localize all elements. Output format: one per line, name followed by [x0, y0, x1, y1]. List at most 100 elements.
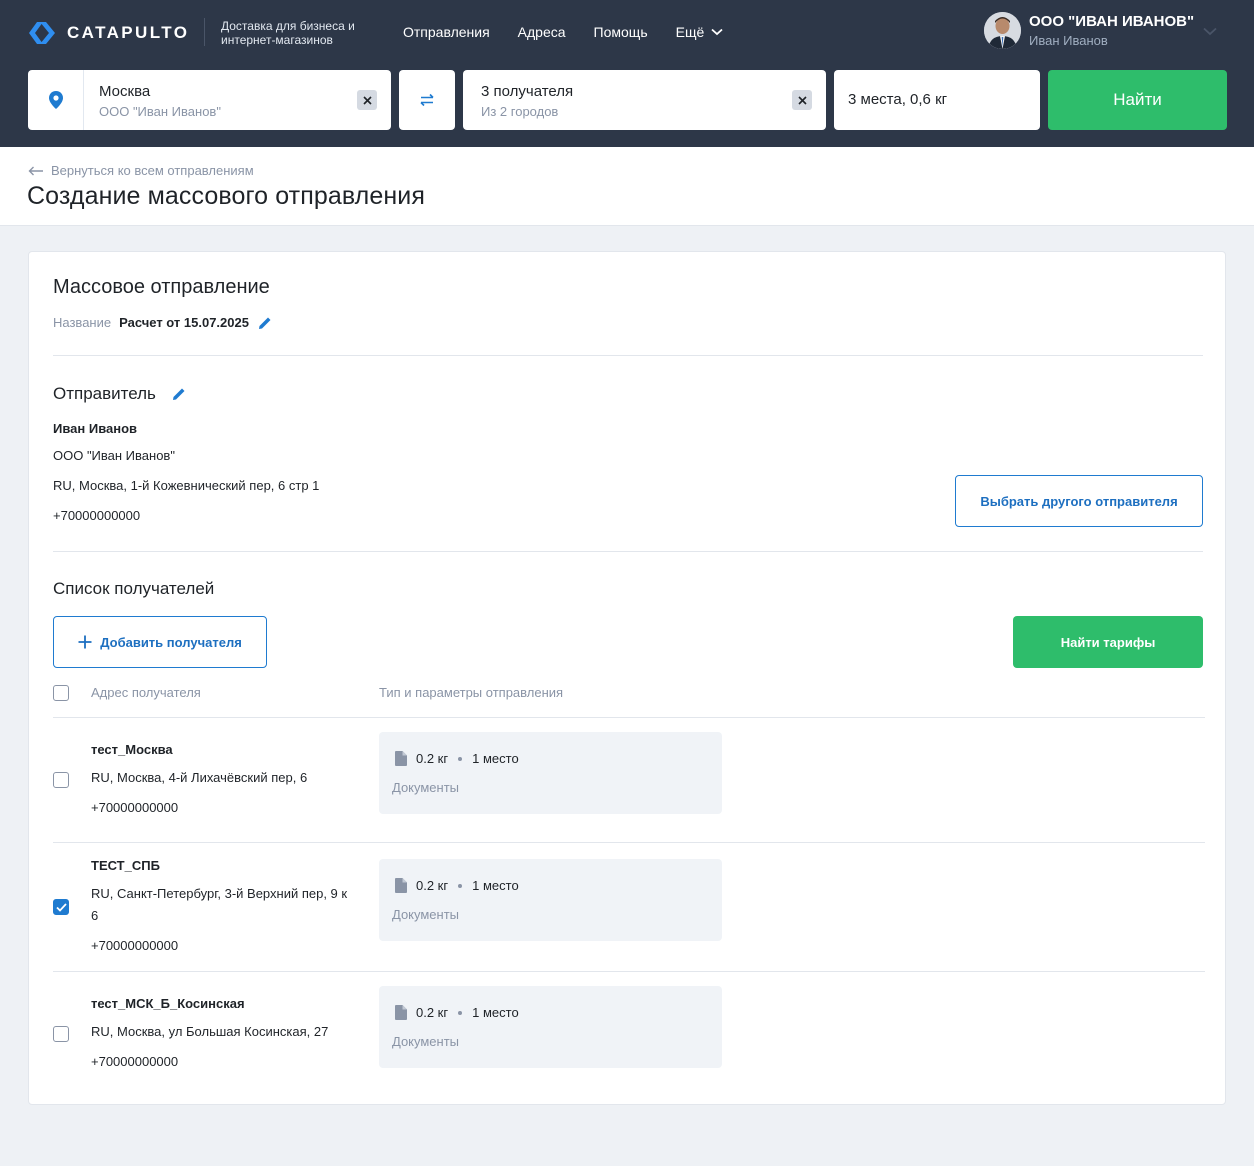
shipment-name-label: Название: [53, 315, 112, 330]
recipient-phone: +70000000000: [91, 938, 179, 953]
parcel-weight: 0.2 кг: [416, 878, 449, 893]
cargo-field[interactable]: 3 места, 0,6 кг: [834, 70, 1040, 130]
divider: [53, 355, 1203, 356]
recipient-name: ТЕСТ_СПБ: [91, 858, 160, 873]
select-all-checkbox[interactable]: [53, 685, 69, 701]
logo-icon: [29, 22, 55, 44]
pencil-icon: [172, 388, 185, 400]
parcel-info: 0.2 кг 1 место Документы: [379, 859, 722, 941]
find-button[interactable]: Найти: [1048, 70, 1227, 130]
parcel-weight: 0.2 кг: [416, 1005, 449, 1020]
row-checkbox[interactable]: [53, 899, 69, 915]
sender-section-title: Отправитель: [53, 384, 186, 404]
from-field[interactable]: Москва ООО "Иван Иванов": [28, 70, 391, 130]
add-recipient-button[interactable]: Добавить получателя: [53, 616, 267, 668]
recipients-title: Список получателей: [53, 579, 215, 598]
top-header: CATAPULTO Доставка для бизнеса и интерне…: [0, 0, 1254, 147]
logo-divider: [204, 18, 205, 46]
recipients-section-title: Список получателей: [53, 579, 214, 599]
change-sender-button[interactable]: Выбрать другого отправителя: [955, 475, 1203, 527]
column-header-address: Адрес получателя: [91, 685, 201, 700]
sender-name: Иван Иванов: [53, 421, 138, 436]
tagline: Доставка для бизнеса и интернет-магазино…: [221, 19, 355, 47]
pencil-icon: [258, 317, 271, 329]
row-checkbox[interactable]: [53, 1026, 69, 1042]
logo-text: CATAPULTO: [67, 23, 190, 42]
nav-shipments[interactable]: Отправления: [403, 24, 490, 40]
back-link[interactable]: Вернуться ко всем отправлениям: [28, 163, 254, 178]
nav-shipments-label: Отправления: [403, 24, 490, 40]
user-menu[interactable]: ООО "ИВАН ИВАНОВ" Иван Иванов: [984, 12, 1194, 49]
nav-help[interactable]: Помощь: [594, 24, 648, 40]
page-title-bar: Вернуться ко всем отправлениям Создание …: [0, 147, 1254, 226]
catapulto-logo[interactable]: CATAPULTO: [27, 20, 189, 46]
user-name: Иван Иванов: [1029, 32, 1108, 48]
chevron-down-icon[interactable]: [1203, 27, 1217, 36]
column-header-params: Тип и параметры отправления: [379, 685, 564, 700]
parcel-weight: 0.2 кг: [416, 751, 449, 766]
main-nav: Отправления Адреса Помощь Ещё: [403, 24, 751, 40]
sender-company: ООО "Иван Иванов": [53, 448, 175, 463]
recipient-address: RU, Москва, ул Большая Косинская, 27: [91, 1024, 329, 1039]
edit-sender-button[interactable]: [172, 387, 186, 401]
divider: [53, 551, 1203, 552]
separator-dot: [458, 756, 463, 761]
parcel-places: 1 место: [472, 1005, 519, 1020]
page-title: Создание массового отправления: [27, 182, 425, 210]
sender-title: Отправитель: [53, 384, 156, 403]
nav-more-label: Ещё: [675, 24, 705, 40]
add-recipient-label: Добавить получателя: [100, 634, 242, 650]
checkmark-icon: [55, 902, 67, 912]
parcel-type: Документы: [392, 1034, 460, 1049]
divider: [53, 971, 1205, 972]
recipient-name: тест_МСК_Б_Косинская: [91, 996, 245, 1011]
shipment-card: Массовое отправление Название Расчет от …: [28, 251, 1226, 1105]
parcel-places: 1 место: [472, 878, 519, 893]
row-checkbox[interactable]: [53, 772, 69, 788]
recipient-phone: +70000000000: [91, 1054, 179, 1069]
edit-name-button[interactable]: [258, 316, 272, 330]
swap-icon: [420, 93, 434, 107]
document-icon: [395, 1005, 407, 1020]
close-icon: [797, 95, 807, 105]
parcel-type: Документы: [392, 780, 460, 795]
recipient-address: RU, Санкт-Петербург, 3-й Верхний пер, 9 …: [91, 886, 348, 923]
divider: [53, 717, 1205, 718]
location-pin-icon: [28, 70, 84, 130]
nav-more[interactable]: Ещё: [676, 24, 724, 40]
find-tariffs-button[interactable]: Найти тарифы: [1013, 616, 1203, 668]
parcel-info: 0.2 кг 1 место Документы: [379, 732, 722, 814]
back-link-label: Вернуться ко всем отправлениям: [51, 163, 254, 178]
recipient-phone: +70000000000: [91, 800, 179, 815]
clear-from-button[interactable]: [357, 90, 377, 110]
divider: [53, 842, 1205, 843]
shipment-title: Массовое отправление: [53, 276, 270, 298]
separator-dot: [458, 1010, 463, 1015]
shipment-name-row: Название Расчет от 15.07.2025: [53, 315, 272, 330]
from-company: ООО "Иван Иванов": [99, 104, 221, 119]
plus-icon: [78, 635, 92, 649]
arrow-left-icon: [28, 166, 43, 175]
avatar: [984, 12, 1021, 49]
shipment-name-value: Расчет от 15.07.2025: [119, 315, 249, 330]
sender-phone: +70000000000: [53, 508, 141, 523]
swap-button[interactable]: [399, 70, 455, 130]
close-icon: [362, 95, 372, 105]
separator-dot: [458, 883, 463, 888]
to-field[interactable]: 3 получателя Из 2 городов: [463, 70, 826, 130]
clear-to-button[interactable]: [792, 90, 812, 110]
nav-addresses[interactable]: Адреса: [518, 24, 566, 40]
document-icon: [395, 878, 407, 893]
parcel-places: 1 место: [472, 751, 519, 766]
recipient-name: тест_Москва: [91, 742, 173, 757]
chevron-down-icon: [711, 28, 723, 36]
nav-help-label: Помощь: [593, 24, 648, 40]
from-city: Москва: [99, 83, 151, 100]
parcel-info: 0.2 кг 1 место Документы: [379, 986, 722, 1068]
recipient-address: RU, Москва, 4-й Лихачёвский пер, 6: [91, 770, 308, 785]
sender-address: RU, Москва, 1-й Кожевнический пер, 6 стр…: [53, 478, 320, 493]
parcel-type: Документы: [392, 907, 460, 922]
to-sub: Из 2 городов: [481, 104, 559, 119]
document-icon: [395, 751, 407, 766]
cargo-value: 3 места, 0,6 кг: [848, 91, 948, 108]
